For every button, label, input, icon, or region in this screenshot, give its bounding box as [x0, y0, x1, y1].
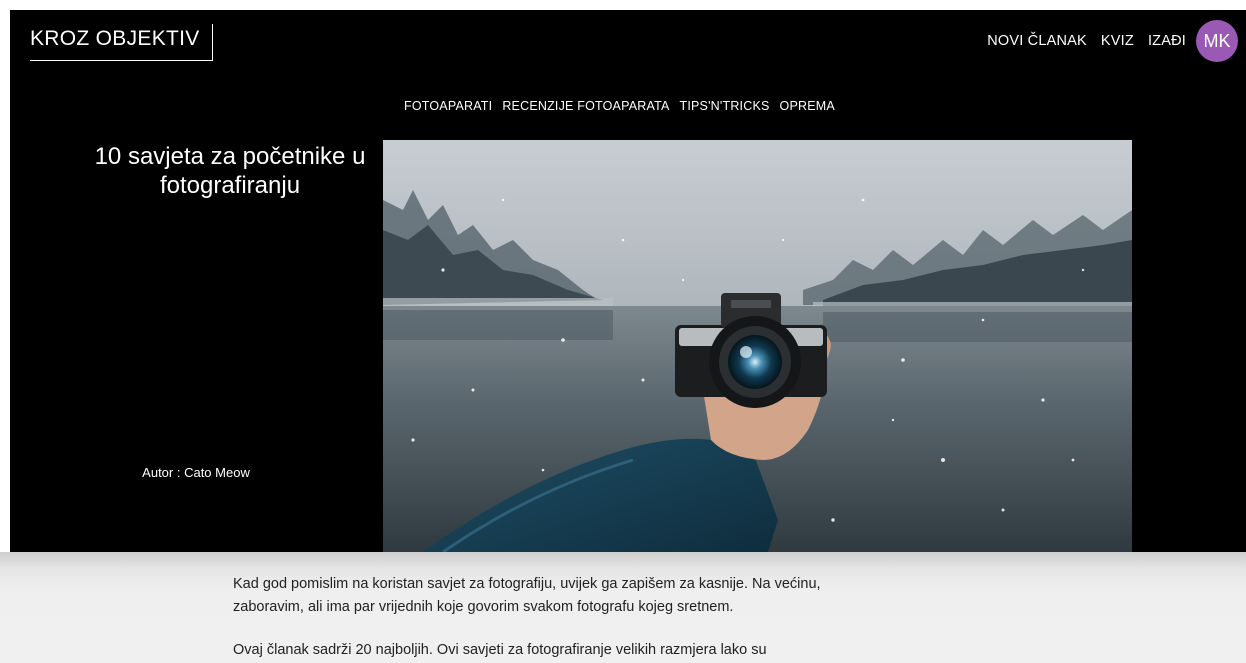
hero-section: KROZ OBJEKTIV NOVI ČLANAK KVIZ IZAĐI MK …: [10, 10, 1246, 552]
article-hero-image: [383, 140, 1132, 552]
category-fotoaparati[interactable]: FOTOAPARATI: [404, 99, 492, 113]
nav-logout[interactable]: IZAĐI: [1148, 33, 1186, 49]
page: KROZ OBJEKTIV NOVI ČLANAK KVIZ IZAĐI MK …: [0, 0, 1246, 663]
article-author: Autor : Cato Meow: [142, 465, 250, 480]
category-navigation: FOTOAPARATI RECENZIJE FOTOAPARATA TIPS'N…: [404, 99, 835, 113]
top-navigation: NOVI ČLANAK KVIZ IZAĐI MK: [987, 20, 1238, 62]
article-paragraph: Ovaj članak sadrži 20 najboljih. Ovi sav…: [233, 642, 767, 658]
nav-new-article[interactable]: NOVI ČLANAK: [987, 33, 1087, 49]
site-logo[interactable]: KROZ OBJEKTIV: [30, 24, 213, 61]
category-tips-n-tricks[interactable]: TIPS'N'TRICKS: [680, 99, 770, 113]
category-recenzije-fotoaparata[interactable]: RECENZIJE FOTOAPARATA: [502, 99, 669, 113]
article-title: 10 savjeta za početnike u fotografiranju: [94, 143, 366, 199]
article-paragraph: Kad god pomislim na koristan savjet za f…: [233, 576, 821, 615]
article-body: Kad god pomislim na koristan savjet za f…: [0, 552, 1246, 663]
user-avatar[interactable]: MK: [1196, 20, 1238, 62]
category-oprema[interactable]: OPREMA: [780, 99, 835, 113]
nav-quiz[interactable]: KVIZ: [1101, 33, 1134, 49]
camera-lake-photo: [383, 140, 1132, 552]
